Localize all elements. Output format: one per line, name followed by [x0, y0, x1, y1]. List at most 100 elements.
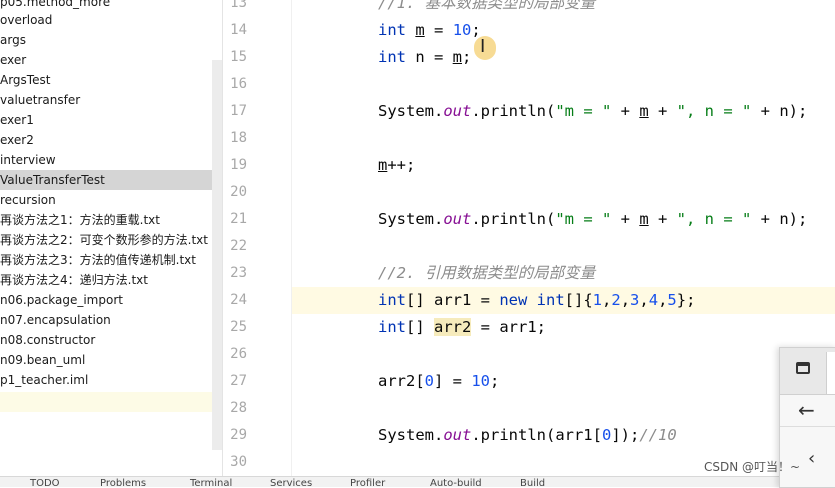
token-field: out — [443, 102, 472, 120]
token: arr2[ — [378, 372, 425, 390]
token: , — [620, 291, 631, 309]
token-var-highlighted: arr2 — [434, 318, 472, 336]
line-number: 28 — [230, 400, 247, 416]
line-number: 29 — [230, 427, 247, 443]
tree-item[interactable]: exer1 — [0, 110, 34, 130]
back-arrow-icon[interactable]: ← — [798, 398, 815, 422]
tree-empty-row — [0, 392, 222, 412]
token-string: "m = " — [555, 210, 612, 228]
tree-item[interactable]: interview — [0, 150, 56, 170]
tree-item[interactable]: 再谈方法之2：可变个数形参的方法.txt — [0, 230, 208, 250]
code-line-15[interactable]: int n = m; — [378, 44, 471, 71]
tab-overview-icon[interactable] — [796, 362, 810, 374]
popup-tab-bar — [780, 348, 835, 395]
code-line-21[interactable]: System.out.println("m = " + m + ", n = "… — [378, 206, 807, 233]
code-line-29[interactable]: System.out.println(arr1[0]);//10 — [378, 422, 677, 449]
line-number: 14 — [230, 22, 247, 38]
token-keyword: int — [536, 291, 565, 309]
tool-window-bar: TODO Problems Terminal Services Profiler… — [0, 476, 835, 487]
token: + — [648, 102, 677, 120]
token: ] = — [434, 372, 472, 390]
tree-item[interactable]: p1_teacher.iml — [0, 370, 88, 390]
tree-item[interactable]: overload — [0, 10, 52, 30]
token: }; — [676, 291, 696, 309]
code-line-17[interactable]: System.out.println("m = " + m + ", n = "… — [378, 98, 807, 125]
token-string: ", n = " — [676, 102, 752, 120]
code-line-19[interactable]: m++; — [378, 152, 415, 179]
code-line-27[interactable]: arr2[0] = 10; — [378, 368, 499, 395]
line-number: 15 — [230, 49, 247, 65]
line-number: 22 — [230, 238, 247, 254]
token-string: ", n = " — [676, 210, 752, 228]
tree-item[interactable]: exer — [0, 50, 26, 70]
tree-item[interactable]: n06.package_import — [0, 290, 123, 310]
code-line-13[interactable]: //1. 基本数据类型的局部变量 — [378, 0, 595, 17]
token-string: "m = " — [555, 102, 612, 120]
tree-item[interactable]: args — [0, 30, 26, 50]
tree-item[interactable]: valuetransfer — [0, 90, 80, 110]
tree-item[interactable]: 再谈方法之4：递归方法.txt — [0, 270, 148, 290]
tree-item[interactable]: exer2 — [0, 130, 34, 150]
tree-item[interactable]: n09.bean_uml — [0, 350, 85, 370]
token-field: out — [443, 210, 472, 228]
line-number: 30 — [230, 454, 247, 470]
token: , — [602, 291, 612, 309]
code-line-23[interactable]: //2. 引用数据类型的局部变量 — [378, 260, 595, 287]
token: [] — [406, 318, 434, 336]
token-number: 0 — [601, 426, 612, 444]
token: .println( — [471, 102, 556, 120]
project-tree-panel: p05.method_more overload args exer ArgsT… — [0, 0, 222, 476]
tree-item[interactable]: n07.encapsulation — [0, 310, 111, 330]
code-line-14[interactable]: int m = 10; — [378, 17, 481, 44]
tree-item[interactable]: recursion — [0, 190, 56, 210]
token: ]); — [611, 426, 640, 444]
tree-item-selected[interactable]: ValueTransferTest — [0, 170, 222, 190]
token-number: 0 — [424, 372, 435, 390]
token: , — [639, 291, 649, 309]
token-number: 5 — [667, 291, 677, 309]
code-line-25[interactable]: int[] arr2 = arr1; — [378, 314, 546, 341]
token: + — [611, 102, 640, 120]
token-var: m — [639, 210, 649, 228]
text-cursor-icon: I — [480, 36, 486, 57]
line-number: 24 — [230, 292, 247, 308]
comment: //2. 引用数据类型的局部变量 — [378, 264, 596, 282]
token-number: 2 — [611, 291, 621, 309]
tree-item[interactable]: ArgsTest — [0, 70, 50, 90]
token-number: 1 — [592, 291, 603, 309]
token-number: 10 — [452, 21, 472, 39]
line-number: 13 — [230, 0, 247, 11]
token: []{ — [564, 291, 593, 309]
line-number: 21 — [230, 211, 247, 227]
code-editor[interactable] — [292, 0, 835, 476]
line-number: 25 — [230, 319, 247, 335]
token: = arr1; — [471, 318, 546, 336]
tree-item[interactable]: 再谈方法之3：方法的值传递机制.txt — [0, 250, 196, 270]
token: ; — [462, 48, 472, 66]
tree-item[interactable]: n08.constructor — [0, 330, 95, 350]
popup-tab[interactable] — [826, 352, 835, 394]
code-line-24[interactable]: int[] arr1 = new int[]{1,2,3,4,5}; — [378, 287, 695, 314]
line-number: 18 — [230, 130, 247, 146]
line-number: 17 — [230, 103, 247, 119]
token: System. — [378, 426, 444, 444]
panel-scrollbar[interactable] — [212, 60, 222, 450]
token: n = — [406, 48, 453, 66]
watermark-text: CSDN @叮当！~ — [704, 460, 801, 474]
token-field: out — [443, 426, 472, 444]
token-keyword: new — [499, 291, 528, 309]
tree-item[interactable]: 再谈方法之1：方法的重载.txt — [0, 210, 160, 230]
token-keyword: int — [378, 291, 406, 309]
popup-divider — [780, 426, 835, 427]
chevron-left-icon[interactable]: ‹ — [808, 448, 815, 469]
token-var: m — [452, 48, 463, 66]
line-number: 19 — [230, 157, 247, 173]
token: .println(arr1[ — [471, 426, 602, 444]
line-number: 16 — [230, 76, 247, 92]
token: System. — [378, 210, 444, 228]
token: + n); — [751, 102, 808, 120]
token: + — [611, 210, 640, 228]
token-var: m — [415, 21, 425, 39]
token: System. — [378, 102, 444, 120]
